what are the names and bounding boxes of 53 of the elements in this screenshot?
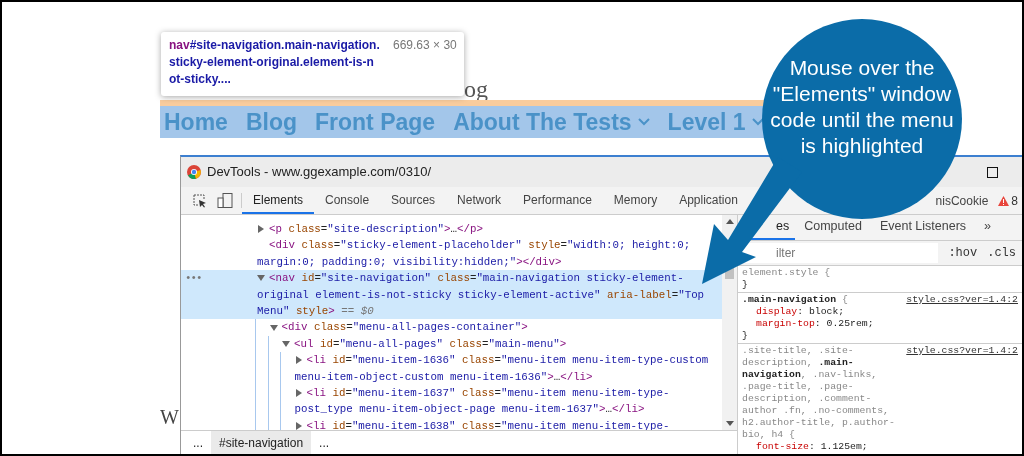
- styles-tab[interactable]: Computed: [795, 215, 871, 240]
- dom-node[interactable]: <nav id="site-navigation" class="main-navigation sticky-element-original element-is-not-sticky sticky-element-active" aria-label="Top Menu" style> == $0: [257, 270, 720, 320]
- devtools-tab[interactable]: Application: [668, 187, 749, 214]
- scroll-up-icon[interactable]: [725, 219, 734, 224]
- breadcrumb[interactable]: #site-navigation: [211, 431, 312, 454]
- chevron-down-icon: [751, 118, 764, 126]
- scroll-down-icon[interactable]: [725, 421, 734, 426]
- css-declaration: display: block;: [756, 306, 845, 317]
- devtools-tab[interactable]: Sources: [380, 187, 447, 214]
- devtools-tab[interactable]: Console: [314, 187, 381, 214]
- expanded-arrow-icon[interactable]: [257, 274, 265, 283]
- rule-selector: element.style {: [742, 267, 832, 279]
- source-link[interactable]: style.css?ver=1.4:2: [906, 294, 1018, 306]
- device-toolbar-icon[interactable]: [217, 193, 233, 208]
- dom-node[interactable]: <p class="site-description">…</p>: [257, 221, 720, 238]
- rule-selector: .site-title, .site-description, .main-navigation, .nav-links, .page-title, .page-description, .comment-author .fn, .no-comments, h2.author-title, p.author-bio, h4 {: [742, 345, 896, 441]
- collapsed-arrow-icon[interactable]: [257, 225, 265, 234]
- collapsed-arrow-icon[interactable]: [294, 389, 303, 398]
- warning-count: 8: [1011, 192, 1018, 210]
- filter-toggle[interactable]: .cls: [987, 244, 1016, 262]
- more-dots[interactable]: •••: [185, 270, 202, 287]
- dom-node[interactable]: <li id="menu-item-1636" class="menu-item menu-item-type-custom menu-item-object-custom menu-item-1636">…</li>: [294, 352, 720, 386]
- dom-node[interactable]: <ul id="menu-all-pages" class="main-menu">: [282, 335, 720, 353]
- chevron-down-icon: [637, 118, 650, 126]
- collapsed-arrow-icon[interactable]: [294, 356, 303, 365]
- devtools-tab[interactable]: Memory: [602, 187, 669, 214]
- css-declaration: font-size: 1.125em;: [756, 441, 868, 452]
- styles-tab[interactable]: Event Listeners: [870, 215, 976, 240]
- rule-selector: .main-navigation {: [742, 294, 849, 306]
- filter-toggle[interactable]: :hov: [948, 244, 978, 262]
- dom-node[interactable]: <div class="menu-all-pages-container">: [269, 319, 720, 336]
- closing-brace: }: [742, 330, 748, 341]
- page-text-fragment: W: [160, 406, 179, 428]
- css-declaration: margin-top: 0.25rem;: [756, 318, 874, 329]
- warning-icon: [998, 195, 1010, 206]
- collapsed-arrow-icon[interactable]: [294, 422, 303, 430]
- styles-tab[interactable]: »: [975, 215, 1000, 240]
- source-link[interactable]: style.css?ver=1.4:2: [906, 345, 1018, 441]
- breadcrumb[interactable]: ...: [185, 431, 211, 454]
- devtools-tab[interactable]: Elements: [242, 187, 315, 214]
- devtools-tab[interactable]: nisCookie: [935, 191, 989, 210]
- maximize-icon[interactable]: [987, 166, 998, 178]
- element-size: 669.63 × 30: [393, 37, 457, 54]
- closing-brace: }: [742, 279, 748, 290]
- devtools-tab[interactable]: Network: [446, 187, 513, 214]
- browser-logo-icon: [187, 165, 201, 179]
- element-selector: nav#site-navigation.main-navigation.sticky-element-original.element-is-not-sticky....: [169, 38, 380, 86]
- window-title: DevTools - www.ggexample.com/0310/: [207, 163, 432, 182]
- devtools-tab[interactable]: Performance: [512, 187, 603, 214]
- dom-node[interactable]: <li id="menu-item-1637" class="menu-item menu-item-type-post_type menu-item-object-page menu-item-1637">…</li>: [294, 385, 720, 418]
- inspect-icon[interactable]: [193, 193, 207, 208]
- breadcrumb[interactable]: ...: [311, 431, 338, 454]
- filter-field[interactable]: ilter: [740, 243, 939, 263]
